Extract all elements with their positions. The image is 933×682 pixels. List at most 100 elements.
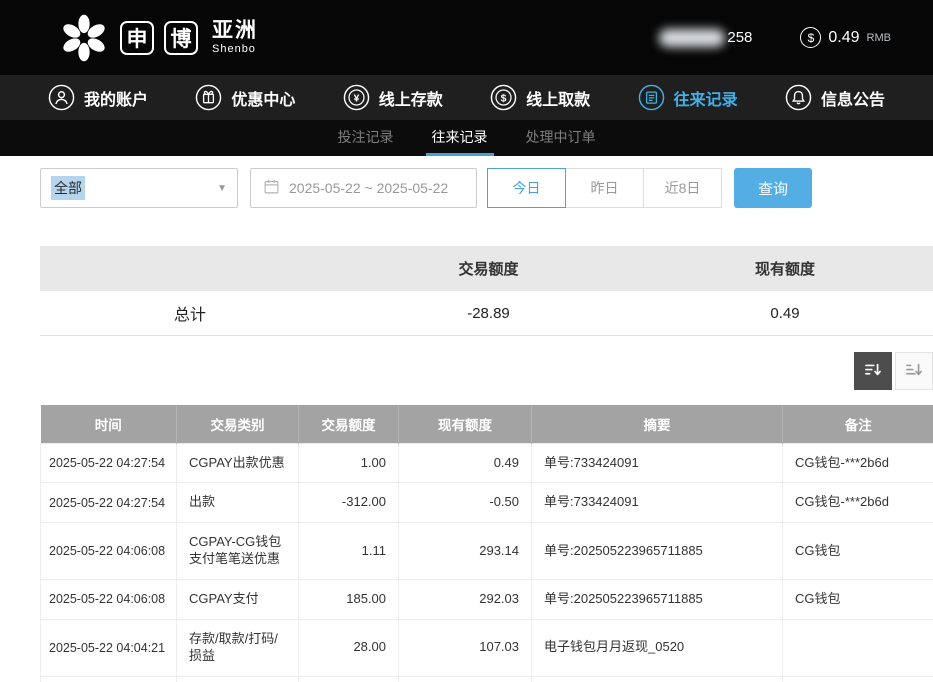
table-cell: 107.03 bbox=[399, 619, 532, 676]
tab-betting-records[interactable]: 投注记录 bbox=[332, 120, 400, 156]
table-cell: 2025-05-22 04:04:18 bbox=[41, 676, 177, 682]
sort-descending-button[interactable] bbox=[854, 352, 892, 390]
table-cell bbox=[783, 619, 933, 676]
filter-row: 全部 ▼ 2025-05-22 ~ 2025-05-22 今日 昨日 近8日 bbox=[40, 168, 933, 208]
withdraw-coin-icon: $ bbox=[490, 84, 517, 111]
table-row: 2025-05-22 04:27:54CGPAY出款优惠1.000.49单号:7… bbox=[41, 443, 933, 483]
gift-icon bbox=[195, 84, 222, 111]
records-table: 时间交易类别交易额度现有额度摘要备注 2025-05-22 04:27:54CG… bbox=[40, 405, 933, 682]
svg-text:$: $ bbox=[501, 94, 507, 105]
table-cell: 活动优惠 bbox=[177, 676, 299, 682]
nav-item-label: 信息公告 bbox=[821, 86, 885, 110]
table-cell: CGPAY支付 bbox=[177, 580, 299, 620]
table-cell: 0.49 bbox=[399, 443, 532, 483]
table-cell: 2025-05-22 04:06:08 bbox=[41, 523, 177, 580]
chevron-down-icon: ▼ bbox=[217, 183, 227, 194]
brand-region-text: 亚洲 bbox=[212, 20, 258, 41]
nav-item-announcements[interactable]: 信息公告 bbox=[785, 84, 885, 111]
svg-text:¥: ¥ bbox=[353, 94, 359, 105]
records-icon bbox=[638, 84, 665, 111]
table-cell: 2025-05-22 04:27:54 bbox=[41, 483, 177, 523]
account-number-suffix: 258 bbox=[727, 29, 752, 46]
query-button[interactable]: 查询 bbox=[734, 168, 812, 208]
table-cell: 单号:202505223965711885 bbox=[532, 580, 783, 620]
flower-logo-icon bbox=[58, 12, 110, 64]
summary-total-transaction: -28.89 bbox=[340, 305, 637, 322]
table-cell: 单号:733424091 bbox=[532, 483, 783, 523]
table-cell: CG钱包-***2b6d bbox=[783, 483, 933, 523]
quick-range-8days-button[interactable]: 近8日 bbox=[643, 168, 722, 208]
table-cell: 出款 bbox=[177, 483, 299, 523]
summary-total-balance: 0.49 bbox=[637, 305, 933, 322]
table-cell: 79.03 bbox=[399, 676, 532, 682]
column-header: 交易类别 bbox=[177, 405, 299, 443]
quick-range-yesterday-button[interactable]: 昨日 bbox=[565, 168, 644, 208]
table-cell: 293.14 bbox=[399, 523, 532, 580]
column-header: 摘要 bbox=[532, 405, 783, 443]
table-cell: 电子钱包月月返现_0520 bbox=[532, 619, 783, 676]
sort-controls bbox=[40, 352, 933, 390]
nav-item-online-deposit[interactable]: ¥ 线上存款 bbox=[343, 84, 443, 111]
user-icon bbox=[48, 84, 75, 111]
table-cell: 1.11 bbox=[299, 523, 399, 580]
table-cell: CG钱包-***2b6d bbox=[783, 443, 933, 483]
table-row: 2025-05-22 04:04:18活动优惠68.0079.03神秘彩金 bbox=[41, 676, 933, 682]
balance[interactable]: $ 0.49 RMB bbox=[800, 27, 891, 48]
tab-transaction-records[interactable]: 往来记录 bbox=[426, 120, 494, 156]
balance-currency: RMB bbox=[867, 32, 891, 44]
calendar-icon bbox=[263, 178, 280, 198]
column-header: 时间 bbox=[41, 405, 177, 443]
date-range-value: 2025-05-22 ~ 2025-05-22 bbox=[289, 180, 448, 196]
summary-table: 交易额度 现有额度 总计 -28.89 0.49 bbox=[40, 246, 933, 336]
records-table-body: 2025-05-22 04:27:54CGPAY出款优惠1.000.49单号:7… bbox=[41, 443, 933, 682]
balance-amount: 0.49 bbox=[828, 29, 859, 47]
brand-logo[interactable]: 申 博 亚洲 Shenbo bbox=[58, 12, 258, 64]
nav-item-my-account[interactable]: 我的账户 bbox=[48, 84, 148, 111]
nav-item-online-withdrawal[interactable]: $ 线上取款 bbox=[490, 84, 590, 111]
table-cell: 68.00 bbox=[299, 676, 399, 682]
account-number-redacted bbox=[659, 29, 725, 47]
summary-col-balance: 现有额度 bbox=[637, 258, 933, 279]
records-header-row: 时间交易类别交易额度现有额度摘要备注 bbox=[41, 405, 933, 443]
nav-item-label: 优惠中心 bbox=[231, 86, 295, 110]
table-cell: CG钱包 bbox=[783, 580, 933, 620]
table-cell: CG钱包 bbox=[783, 523, 933, 580]
date-range-input[interactable]: 2025-05-22 ~ 2025-05-22 bbox=[250, 168, 477, 208]
table-cell: 2025-05-22 04:04:21 bbox=[41, 619, 177, 676]
nav-item-transaction-records[interactable]: 往来记录 bbox=[638, 84, 738, 111]
type-select[interactable]: 全部 ▼ bbox=[40, 168, 238, 208]
sort-desc-icon bbox=[863, 360, 883, 383]
table-cell: 2025-05-22 04:06:08 bbox=[41, 580, 177, 620]
nav-item-label: 往来记录 bbox=[674, 86, 738, 110]
type-select-value: 全部 bbox=[51, 176, 85, 200]
main-nav: 我的账户 优惠中心 ¥ 线上存款 bbox=[0, 75, 933, 120]
nav-item-promotions[interactable]: 优惠中心 bbox=[195, 84, 295, 111]
table-cell: CGPAY-CG钱包支付笔笔送优惠 bbox=[177, 523, 299, 580]
brand-char-2: 博 bbox=[164, 21, 198, 55]
nav-item-label: 我的账户 bbox=[84, 86, 148, 110]
topbar: 申 博 亚洲 Shenbo 258 $ 0.49 RMB bbox=[0, 0, 933, 75]
summary-header-row: 交易额度 现有额度 bbox=[40, 246, 933, 291]
content: 全部 ▼ 2025-05-22 ~ 2025-05-22 今日 昨日 近8日 bbox=[0, 156, 933, 682]
sort-ascending-button[interactable] bbox=[895, 352, 933, 390]
table-cell: 2025-05-22 04:27:54 bbox=[41, 443, 177, 483]
sort-asc-icon bbox=[904, 360, 924, 383]
table-cell: 292.03 bbox=[399, 580, 532, 620]
table-cell: 单号:733424091 bbox=[532, 443, 783, 483]
account-number[interactable]: 258 bbox=[659, 29, 752, 47]
page: 申 博 亚洲 Shenbo 258 $ 0.49 RMB bbox=[0, 0, 933, 682]
column-header: 备注 bbox=[783, 405, 933, 443]
column-header: 现有额度 bbox=[399, 405, 532, 443]
nav-item-label: 线上存款 bbox=[379, 86, 443, 110]
table-row: 2025-05-22 04:04:21存款/取款/打码/损益28.00107.0… bbox=[41, 619, 933, 676]
quick-range-today-button[interactable]: 今日 bbox=[487, 168, 566, 208]
table-cell: 1.00 bbox=[299, 443, 399, 483]
table-cell: 单号:202505223965711885 bbox=[532, 523, 783, 580]
table-row: 2025-05-22 04:06:08CGPAY支付185.00292.03单号… bbox=[41, 580, 933, 620]
column-header: 交易额度 bbox=[299, 405, 399, 443]
tab-processing-orders[interactable]: 处理中订单 bbox=[520, 120, 602, 156]
summary-total-row: 总计 -28.89 0.49 bbox=[40, 291, 933, 336]
deposit-coin-icon: ¥ bbox=[343, 84, 370, 111]
sub-nav: 投注记录 往来记录 处理中订单 bbox=[0, 120, 933, 156]
table-cell: -312.00 bbox=[299, 483, 399, 523]
